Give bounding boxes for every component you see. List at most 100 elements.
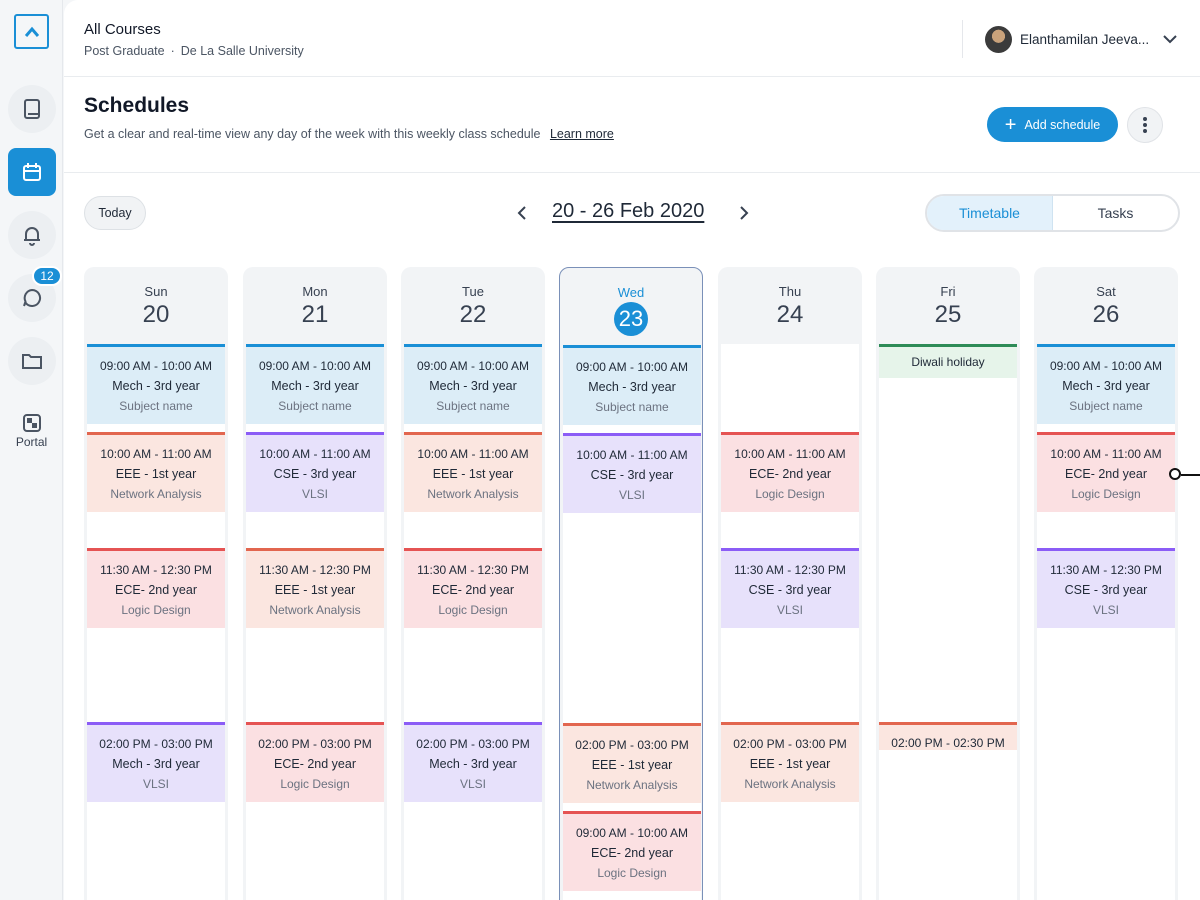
avatar: [985, 25, 1012, 53]
user-name: Elanthamilan Jeeva...: [1020, 31, 1150, 47]
day-number[interactable]: 20: [84, 301, 228, 329]
day-column-tue: Tue 22 09:00 AM - 10:00 AM Mech - 3rd year S…: [401, 267, 545, 900]
day-number[interactable]: 22: [401, 301, 545, 329]
day-number[interactable]: 21: [243, 301, 387, 329]
view-toggle: Timetable Tasks: [925, 194, 1180, 232]
day-body: 09:00 AM - 10:00 AM Mech - 3rd year Subjec…: [404, 344, 542, 900]
holiday-event[interactable]: Diwali holiday: [879, 344, 1017, 378]
event-course: EEE - 1st year: [432, 467, 514, 481]
schedule-event[interactable]: 11:30 AM - 12:30 PM ECE- 2nd year Logic De…: [404, 548, 542, 628]
schedule-event[interactable]: 02:00 PM - 03:00 PM ECE- 2nd year Logic De…: [246, 722, 384, 802]
event-time: 11:30 AM - 12:30 PM: [734, 563, 846, 577]
schedule-event[interactable]: 09:00 AM - 10:00 AM Mech - 3rd year Subjec…: [246, 344, 384, 424]
date-range[interactable]: 20 - 26 Feb 2020: [552, 200, 704, 223]
event-time: 10:00 AM - 11:00 AM: [576, 448, 688, 462]
schedule-event[interactable]: 02:00 PM - 02:30 PM: [879, 722, 1017, 750]
schedule-event[interactable]: 11:30 AM - 12:30 PM ECE- 2nd year Logic De…: [87, 548, 225, 628]
schedule-event[interactable]: 10:00 AM - 11:00 AM EEE - 1st year Network…: [87, 432, 225, 512]
messages-badge: 12: [32, 266, 62, 286]
day-header: Mon 21: [243, 284, 387, 329]
event-course: CSE - 3rd year: [273, 467, 357, 481]
schedule-event[interactable]: 11:30 AM - 12:30 PM CSE - 3rd year VLSI: [721, 548, 859, 628]
event-subject: Network Analysis: [586, 778, 678, 792]
schedule-event[interactable]: 02:00 PM - 03:00 PM EEE - 1st year Network…: [721, 722, 859, 802]
university-label[interactable]: De La Salle University: [181, 44, 304, 58]
event-title: Diwali holiday: [911, 355, 985, 369]
schedule-event[interactable]: 09:00 AM - 10:00 AM ECE- 2nd year Logic De…: [563, 811, 701, 891]
next-week-button[interactable]: [734, 202, 754, 224]
tab-timetable[interactable]: Timetable: [927, 196, 1053, 230]
event-time: 09:00 AM - 10:00 AM: [258, 359, 372, 373]
event-subject: VLSI: [459, 777, 486, 791]
sidebar-item-schedules[interactable]: [8, 148, 56, 196]
schedule-event[interactable]: 10:00 AM - 11:00 AM EEE - 1st year Network…: [404, 432, 542, 512]
sidebar-item-files[interactable]: [8, 337, 56, 385]
learn-more-link[interactable]: Learn more: [550, 127, 614, 141]
schedule-event[interactable]: 02:00 PM - 03:00 PM Mech - 3rd year VLSI: [87, 722, 225, 802]
event-subject: VLSI: [618, 488, 645, 502]
schedule-event[interactable]: 11:30 AM - 12:30 PM CSE - 3rd year VLSI: [1037, 548, 1175, 628]
breadcrumb: Post Graduate · De La Salle University: [84, 44, 304, 58]
page-description: Get a clear and real-time view any day o…: [84, 127, 614, 141]
event-time: 02:00 PM - 03:00 PM: [258, 737, 372, 751]
schedule-event[interactable]: 02:00 PM - 03:00 PM Mech - 3rd year VLSI: [404, 722, 542, 802]
connector-line: [1181, 474, 1200, 476]
user-menu[interactable]: Elanthamilan Jeeva...: [962, 20, 1177, 58]
day-number[interactable]: 24: [718, 301, 862, 329]
event-subject: Network Analysis: [744, 777, 836, 791]
day-body: 09:00 AM - 10:00 AM Mech - 3rd year Subjec…: [563, 345, 701, 900]
day-column-fri: Fri 25 Diwali holiday 02:00 PM - 02:30 PM: [876, 267, 1020, 900]
event-subject: Subject name: [278, 399, 352, 413]
day-body: Diwali holiday 02:00 PM - 02:30 PM: [879, 344, 1017, 900]
schedule-event[interactable]: 09:00 AM - 10:00 AM Mech - 3rd year Subjec…: [563, 345, 701, 425]
more-options-button[interactable]: [1127, 107, 1163, 143]
schedule-event[interactable]: 10:00 AM - 11:00 AM CSE - 3rd year VLSI: [563, 433, 701, 513]
event-subject: Subject name: [119, 399, 193, 413]
event-subject: Logic Design: [755, 487, 825, 501]
schedule-event[interactable]: 10:00 AM - 11:00 AM ECE- 2nd year Logic De…: [1037, 432, 1175, 512]
event-time: 10:00 AM - 11:00 AM: [1050, 447, 1162, 461]
main-panel: All Courses Post Graduate · De La Salle Un…: [64, 0, 1200, 900]
day-number[interactable]: 25: [876, 301, 1020, 329]
sidebar-item-notifications[interactable]: [8, 211, 56, 259]
day-header: Wed 23: [560, 285, 702, 336]
app-logo[interactable]: [14, 14, 49, 49]
schedule-event[interactable]: 09:00 AM - 10:00 AM Mech - 3rd year Subjec…: [87, 344, 225, 424]
page-title: Schedules: [84, 94, 190, 117]
breadcrumb-title[interactable]: All Courses: [84, 21, 161, 38]
event-subject: Network Analysis: [427, 487, 519, 501]
day-name: Sun: [144, 284, 168, 299]
day-name: Sat: [1096, 284, 1116, 299]
portal-icon: [22, 414, 41, 432]
schedule-event[interactable]: 10:00 AM - 11:00 AM ECE- 2nd year Logic De…: [721, 432, 859, 512]
day-header: Thu 24: [718, 284, 862, 329]
add-schedule-button[interactable]: + Add schedule: [987, 107, 1118, 142]
event-time: 10:00 AM - 11:00 AM: [259, 447, 371, 461]
program-label[interactable]: Post Graduate: [84, 44, 165, 58]
today-button[interactable]: Today: [84, 196, 146, 230]
event-course: Mech - 3rd year: [1062, 379, 1150, 393]
tab-tasks[interactable]: Tasks: [1053, 196, 1178, 230]
schedule-event[interactable]: 09:00 AM - 10:00 AM Mech - 3rd year Subjec…: [1037, 344, 1175, 424]
schedule-event[interactable]: 09:00 AM - 10:00 AM Mech - 3rd year Subjec…: [404, 344, 542, 424]
schedule-event[interactable]: 11:30 AM - 12:30 PM EEE - 1st year Network…: [246, 548, 384, 628]
sidebar-item-portal[interactable]: Portal: [0, 414, 63, 449]
event-subject: Logic Design: [1071, 487, 1141, 501]
event-course: EEE - 1st year: [274, 583, 356, 597]
prev-week-button[interactable]: [511, 202, 531, 224]
event-time: 02:00 PM - 03:00 PM: [99, 737, 213, 751]
sidebar-item-messages[interactable]: 12: [8, 266, 62, 322]
bell-icon: [24, 227, 40, 246]
event-subject: VLSI: [301, 487, 328, 501]
day-number[interactable]: 23: [614, 302, 648, 336]
event-time: 11:30 AM - 12:30 PM: [417, 563, 529, 577]
connector-handle[interactable]: [1169, 468, 1181, 480]
schedule-event[interactable]: 10:00 AM - 11:00 AM CSE - 3rd year VLSI: [246, 432, 384, 512]
day-number[interactable]: 26: [1034, 301, 1178, 329]
day-name: Wed: [617, 285, 645, 300]
sidebar: 12 Portal: [0, 0, 63, 900]
schedule-event[interactable]: 02:00 PM - 03:00 PM EEE - 1st year Network…: [563, 723, 701, 803]
sidebar-item-courses[interactable]: [8, 85, 56, 133]
event-subject: VLSI: [776, 603, 803, 617]
day-body: 09:00 AM - 10:00 AM Mech - 3rd year Subjec…: [87, 344, 225, 900]
